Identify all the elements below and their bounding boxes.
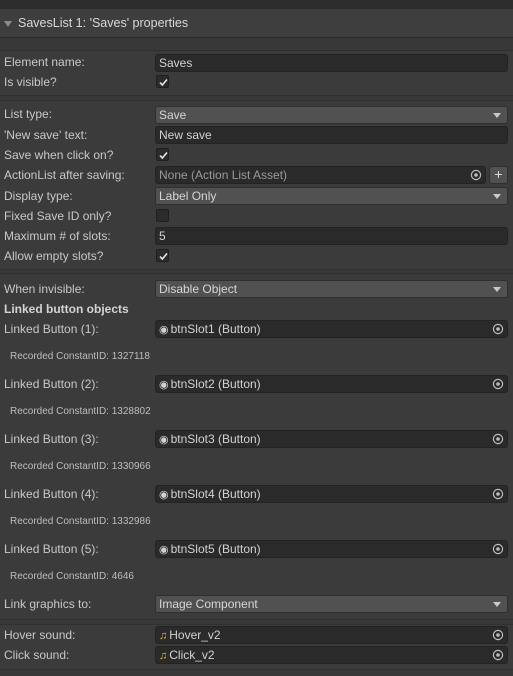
- linked-button-field[interactable]: ◉ btnSlot2 (Button): [155, 375, 508, 393]
- music-note-icon: ♫: [159, 650, 168, 662]
- checkmark-icon: [159, 252, 168, 261]
- display-type-label: Display type:: [4, 189, 73, 203]
- recorded-constant-id: Recorded ConstantID: 1330966: [10, 461, 151, 472]
- linked-button-field[interactable]: ◉ btnSlot5 (Button): [155, 540, 508, 558]
- element-name-label: Element name:: [4, 55, 85, 69]
- recorded-constant-id: Recorded ConstantID: 4646: [10, 571, 134, 582]
- triangle-down-icon[interactable]: [4, 21, 12, 27]
- checkmark-icon: [159, 78, 168, 87]
- recorded-constant-id: Recorded ConstantID: 1332986: [10, 516, 151, 527]
- link-graphics-dropdown[interactable]: Image Component: [155, 595, 508, 613]
- chevron-down-icon: [493, 194, 501, 199]
- click-sound-label: Click sound:: [4, 648, 70, 662]
- new-save-text-label: 'New save' text:: [4, 128, 88, 142]
- display-type-value: Label Only: [159, 189, 217, 203]
- linked-button-value: btnSlot5 (Button): [170, 542, 261, 556]
- radio-dot-icon: ◉: [159, 324, 169, 336]
- when-invisible-label: When invisible:: [4, 282, 85, 296]
- actionlist-after-value: None (Action List Asset): [159, 168, 288, 182]
- link-graphics-label: Link graphics to:: [4, 597, 92, 611]
- radio-dot-icon: ◉: [159, 434, 169, 446]
- actionlist-after-field[interactable]: None (Action List Asset): [155, 166, 486, 184]
- object-picker-icon[interactable]: [492, 378, 504, 390]
- is-visible-checkbox[interactable]: [156, 75, 169, 88]
- fixed-save-id-label: Fixed Save ID only?: [4, 209, 112, 223]
- add-actionlist-button[interactable]: +: [489, 166, 508, 184]
- linked-button-value: btnSlot1 (Button): [170, 322, 261, 336]
- object-picker-icon[interactable]: [492, 433, 504, 445]
- linked-buttons-heading: Linked button objects: [4, 302, 129, 316]
- object-picker-icon[interactable]: [492, 323, 504, 335]
- object-picker-icon[interactable]: [470, 169, 482, 181]
- max-slots-field[interactable]: 5: [155, 227, 508, 245]
- when-invisible-dropdown[interactable]: Disable Object: [155, 280, 508, 298]
- linked-button-label: Linked Button (5):: [4, 542, 99, 556]
- linked-button-value: btnSlot4 (Button): [170, 487, 261, 501]
- is-visible-label: Is visible?: [4, 75, 57, 89]
- list-type-label: List type:: [4, 107, 53, 121]
- link-graphics-value: Image Component: [159, 597, 258, 611]
- music-note-icon: ♫: [159, 630, 168, 642]
- allow-empty-label: Allow empty slots?: [4, 249, 104, 263]
- display-type-dropdown[interactable]: Label Only: [155, 187, 508, 205]
- radio-dot-icon: ◉: [159, 379, 169, 391]
- fixed-save-id-checkbox[interactable]: [156, 209, 169, 222]
- linked-button-field[interactable]: ◉ btnSlot4 (Button): [155, 485, 508, 503]
- linked-button-label: Linked Button (2):: [4, 377, 99, 391]
- allow-empty-checkbox[interactable]: [156, 249, 169, 262]
- recorded-constant-id: Recorded ConstantID: 1327118: [10, 351, 150, 362]
- checkmark-icon: [159, 151, 168, 160]
- radio-dot-icon: ◉: [159, 544, 169, 556]
- object-picker-icon[interactable]: [492, 649, 504, 661]
- linked-button-label: Linked Button (1):: [4, 322, 99, 336]
- linked-button-value: btnSlot2 (Button): [170, 377, 261, 391]
- radio-dot-icon: ◉: [159, 489, 169, 501]
- chevron-down-icon: [493, 287, 501, 292]
- when-invisible-value: Disable Object: [159, 282, 238, 296]
- properties-panel: SavesList 1: 'Saves' properties Element …: [0, 0, 513, 676]
- section-header[interactable]: SavesList 1: 'Saves' properties: [0, 9, 513, 38]
- object-picker-icon[interactable]: [492, 488, 504, 500]
- click-sound-field[interactable]: ♫ Click_v2: [155, 646, 508, 664]
- chevron-down-icon: [493, 602, 501, 607]
- save-when-click-label: Save when click on?: [4, 148, 114, 162]
- top-strip: [0, 0, 513, 9]
- linked-button-field[interactable]: ◉ btnSlot3 (Button): [155, 430, 508, 448]
- chevron-down-icon: [493, 113, 501, 118]
- max-slots-label: Maximum # of slots:: [4, 229, 111, 243]
- list-type-dropdown[interactable]: Save: [155, 106, 508, 124]
- section-title: SavesList 1: 'Saves' properties: [18, 16, 189, 30]
- hover-sound-value: Hover_v2: [169, 628, 221, 642]
- save-when-click-checkbox[interactable]: [156, 148, 169, 161]
- new-save-text-field[interactable]: New save: [155, 126, 508, 144]
- click-sound-value: Click_v2: [169, 648, 215, 662]
- linked-button-label: Linked Button (3):: [4, 432, 99, 446]
- linked-button-value: btnSlot3 (Button): [170, 432, 261, 446]
- linked-button-label: Linked Button (4):: [4, 487, 99, 501]
- element-name-field[interactable]: Saves: [155, 54, 508, 72]
- object-picker-icon[interactable]: [492, 543, 504, 555]
- linked-button-field[interactable]: ◉ btnSlot1 (Button): [155, 320, 508, 338]
- hover-sound-label: Hover sound:: [4, 628, 76, 642]
- object-picker-icon[interactable]: [492, 629, 504, 641]
- recorded-constant-id: Recorded ConstantID: 1328802: [10, 406, 151, 417]
- actionlist-after-label: ActionList after saving:: [4, 168, 125, 182]
- hover-sound-field[interactable]: ♫ Hover_v2: [155, 626, 508, 644]
- list-type-value: Save: [159, 108, 187, 122]
